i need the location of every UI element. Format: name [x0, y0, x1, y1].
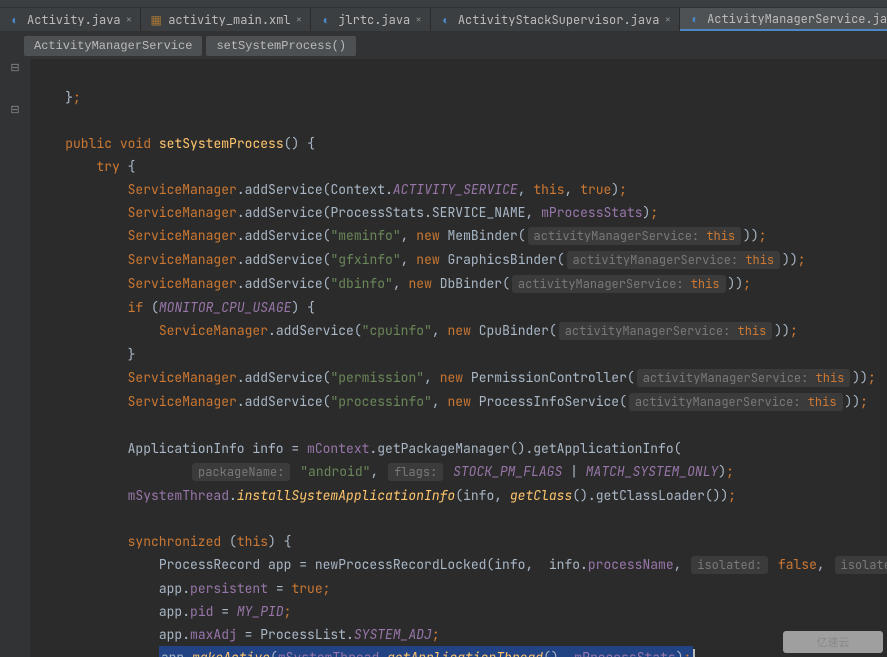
param-hint: activityManagerService: this	[629, 393, 843, 411]
tab-label: Activity.java	[27, 12, 121, 28]
editor-tabs: ◐ Activity.java × ▦ activity_main.xml × …	[0, 8, 887, 32]
param-hint: activityManagerService: this	[559, 322, 773, 340]
code-editor[interactable]: }; public void setSystemProcess() { try …	[30, 59, 887, 657]
gutter[interactable]: ⊟ ⊟	[0, 59, 30, 657]
close-icon[interactable]: ×	[126, 13, 133, 27]
tab-activity-stack-supervisor[interactable]: ◐ ActivityStackSupervisor.java ×	[431, 8, 680, 31]
breadcrumb-method[interactable]: setSystemProcess()	[206, 36, 356, 56]
close-icon[interactable]: ×	[296, 13, 303, 27]
text-caret	[693, 649, 695, 657]
tab-label: activity_main.xml	[168, 12, 290, 28]
param-hint: activityManagerService: this	[512, 275, 726, 293]
fold-icon[interactable]: ⊟	[10, 103, 19, 117]
java-file-icon: ◐	[319, 13, 333, 27]
tab-label: ActivityManagerService.java	[707, 11, 887, 27]
tab-label: jlrtc.java	[338, 12, 410, 28]
tab-activity-main-xml[interactable]: ▦ activity_main.xml ×	[141, 8, 311, 31]
breadcrumb: ActivityManagerService setSystemProcess(…	[0, 32, 887, 59]
watermark-text: 亿速云	[817, 634, 850, 650]
param-hint: flags:	[388, 463, 443, 481]
editor-area: ⊟ ⊟ }; public void setSystemProcess() { …	[0, 59, 887, 657]
tab-jlrtc-java[interactable]: ◐ jlrtc.java ×	[311, 8, 431, 31]
java-file-icon: ◐	[439, 13, 453, 27]
param-hint: packageName:	[192, 463, 290, 481]
highlighted-line: app.makeActive(mSystemThread.getApplicat…	[34, 649, 695, 657]
top-toolbar	[0, 0, 887, 8]
xml-file-icon: ▦	[149, 13, 163, 27]
close-icon[interactable]: ×	[664, 13, 671, 27]
param-hint: activityManagerService: this	[528, 227, 742, 245]
param-hint: isolatedU	[835, 556, 887, 574]
close-icon[interactable]: ×	[415, 13, 422, 27]
breadcrumb-class[interactable]: ActivityManagerService	[24, 36, 202, 56]
watermark-logo: 亿速云	[783, 631, 883, 653]
param-hint: activityManagerService: this	[567, 251, 781, 269]
java-file-icon: ◐	[688, 12, 702, 26]
tab-label: ActivityStackSupervisor.java	[458, 12, 660, 28]
tab-activity-java[interactable]: ◐ Activity.java ×	[0, 8, 141, 31]
param-hint: activityManagerService: this	[637, 369, 851, 387]
fold-icon[interactable]: ⊟	[10, 61, 19, 75]
tab-activity-manager-service[interactable]: ◐ ActivityManagerService.java ×	[680, 8, 887, 31]
param-hint: isolated:	[691, 556, 768, 574]
java-file-icon: ◐	[8, 13, 22, 27]
